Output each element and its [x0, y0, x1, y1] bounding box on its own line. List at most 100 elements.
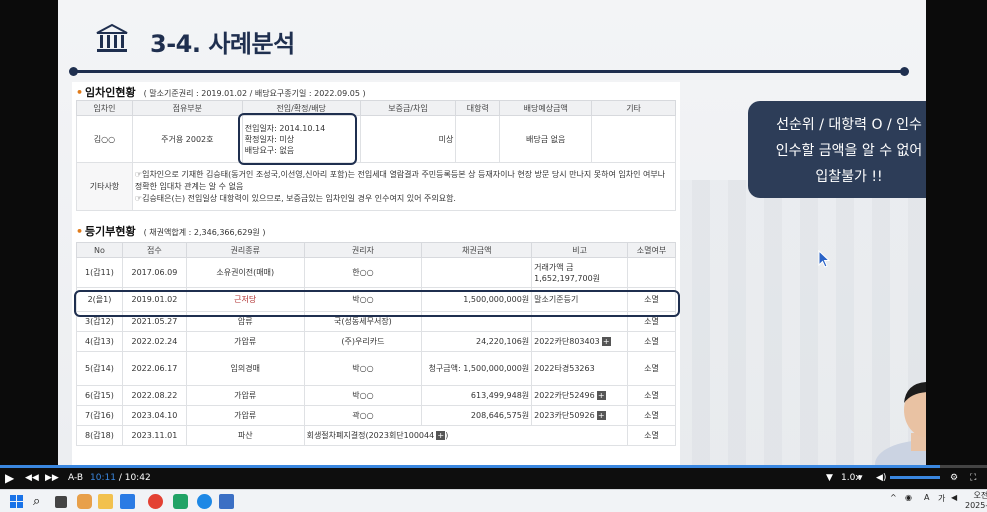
video-stage[interactable]: 3-4. 사례분석 • 임차인현황( 말소기준권리 : 2019.01.02 / …: [0, 0, 987, 465]
rewind-icon[interactable]: ◀◀: [25, 470, 39, 486]
windows-start-icon[interactable]: [9, 494, 24, 509]
cell-date: 2017.06.09: [121, 257, 187, 288]
tenant-expected: 배당금 없음: [499, 115, 593, 163]
cell-no: 5(갑14): [76, 351, 123, 386]
fullscreen-icon[interactable]: ⛶: [970, 470, 976, 486]
expand-icon[interactable]: +: [436, 431, 446, 440]
col-header: 권리종류: [185, 242, 305, 258]
task-view-icon[interactable]: [55, 496, 67, 508]
app-icon[interactable]: [219, 494, 234, 509]
forward-icon[interactable]: ▶▶: [45, 470, 59, 486]
cell-holder: 회생절차폐지결정(2023회단100044 +): [303, 425, 629, 446]
cell-holder: (주)우리카드: [303, 331, 423, 352]
cell-note: 2022카단803403 +: [531, 331, 629, 352]
tenant-deposit: 미상: [359, 115, 457, 163]
case-document: • 임차인현황( 말소기준권리 : 2019.01.02 / 배당요구종기일 : …: [72, 82, 680, 465]
chevron-up-icon[interactable]: ^: [890, 493, 897, 502]
folder-icon[interactable]: [98, 494, 113, 509]
col-header: 보증금/차임: [359, 100, 457, 116]
col-header: 배당예상금액: [499, 100, 593, 116]
volume-icon[interactable]: ◀): [876, 470, 886, 486]
progress-fill: [0, 465, 940, 468]
note-line: ☞김승태은(는) 전입일상 대항력이 있으므로, 보증금있는 임차인일 경우 인…: [134, 193, 456, 203]
table-row: 8(갑18) 2023.11.01 파산 회생절차폐지결정(2023회단1000…: [76, 425, 676, 446]
edge-icon[interactable]: [197, 494, 212, 509]
cell-holder: 곽○○: [303, 405, 423, 426]
speaker-icon[interactable]: ◀: [951, 493, 957, 502]
cell-extinct: [627, 257, 676, 288]
progress-bar[interactable]: [0, 465, 987, 468]
cell-note: 2023카단50926 +: [531, 405, 629, 426]
baseline-registration-highlight: [74, 290, 680, 317]
gear-icon[interactable]: ⚙: [950, 470, 958, 486]
notes-label: 기타사항: [76, 162, 133, 211]
tenant-opposing: [455, 115, 501, 163]
cell-type: 임의경매: [185, 351, 305, 386]
tenant-etc: [591, 115, 676, 163]
col-header: 비고: [531, 242, 629, 258]
callout-line: 입찰불가 !!: [815, 169, 883, 185]
col-header: 대항력: [455, 100, 501, 116]
callout-line: 인수할 금액을 알 수 없어: [775, 143, 923, 159]
cell-extinct: 소멸: [627, 331, 676, 352]
ime-indicator[interactable]: 가: [938, 493, 945, 504]
cell-date: 2022.08.22: [121, 385, 187, 406]
tenant-row: 김○○ 주거용 2002호 전입일자: 2014.10.14 확정일자: 미상 …: [76, 115, 676, 163]
col-header: 소멸여부: [627, 242, 676, 258]
expand-icon[interactable]: +: [596, 391, 606, 400]
col-header: 임차인: [76, 100, 133, 116]
total-time: 10:42: [124, 473, 151, 483]
presenter-webcam: [875, 382, 926, 465]
cell-type: 파산: [185, 425, 305, 446]
app-icon[interactable]: [120, 494, 135, 509]
cell-date: 2023.11.01: [121, 425, 187, 446]
chevron-down-icon[interactable]: ▼: [826, 470, 833, 486]
app-icon[interactable]: [173, 494, 188, 509]
registry-header-row: No 접수 권리종류 권리자 채권금액 비고 소멸여부: [76, 242, 676, 258]
video-player-controls: ▶ ◀◀ ▶▶ A-B 10:11 / 10:42 ▼ 1.0x ▾ ◀) ⚙ …: [0, 465, 987, 489]
tenant-notes-row: 기타사항 ☞임차인으로 기재한 김승태(동거인 조성국,이선영,신아리 포함)는…: [76, 162, 677, 211]
network-icon[interactable]: ◉: [905, 493, 912, 502]
play-icon[interactable]: ▶: [5, 470, 14, 486]
tenant-dates-highlight: [238, 113, 357, 165]
notes-text: ☞임차인으로 기재한 김승태(동거인 조성국,이선영,신아리 포함)는 전입세대…: [131, 162, 677, 211]
cell-note: 거래가액 금1,652,197,700원: [531, 257, 629, 288]
col-header: 권리자: [303, 242, 423, 258]
clock[interactable]: 오전 2025-: [965, 491, 987, 511]
bank-icon: [96, 23, 128, 52]
clock-time: 오전: [973, 491, 987, 500]
col-header: 점유부분: [131, 100, 243, 116]
expand-icon[interactable]: +: [596, 411, 606, 420]
cell-extinct: 소멸: [627, 385, 676, 406]
registry-section-heading: • 등기부현황( 채권액합계 : 2,346,366,629원 ): [76, 225, 266, 238]
expand-icon[interactable]: +: [601, 337, 611, 346]
table-row: 5(갑14) 2022.06.17 임의경매 박○○ 청구금액: 1,500,0…: [76, 351, 676, 386]
col-header: 기타: [591, 100, 676, 116]
cell-no: 4(갑13): [76, 331, 123, 352]
speed-chevron-icon[interactable]: ▾: [858, 470, 863, 486]
tenant-section-heading: • 임차인현황( 말소기준권리 : 2019.01.02 / 배당요구종기일 : …: [76, 86, 366, 99]
col-header: 채권금액: [421, 242, 533, 258]
search-icon[interactable]: ⌕: [33, 494, 48, 509]
cell-type: 가압류: [185, 385, 305, 406]
table-row: 6(갑15) 2022.08.22 가압류 박○○ 613,499,948원 2…: [76, 385, 676, 406]
cell-extinct: 소멸: [627, 425, 676, 446]
cell-holder: 한○○: [303, 257, 423, 288]
note-line: ☞임차인으로 기재한 김승태(동거인 조성국,이선영,신아리 포함)는 전입세대…: [134, 169, 666, 191]
callout-box: 선순위 / 대항력 O / 인수 인수할 금액을 알 수 없어 입찰불가 !!: [748, 101, 926, 198]
cell-holder: 박○○: [303, 351, 423, 386]
volume-slider[interactable]: [890, 476, 940, 479]
cell-no: 6(갑15): [76, 385, 123, 406]
chrome-icon[interactable]: [148, 494, 163, 509]
cell-no: 8(갑18): [76, 425, 123, 446]
tenant-part: 주거용 2002호: [131, 115, 243, 163]
cell-note: 2022타경53263: [531, 351, 629, 386]
app-icon[interactable]: [77, 494, 92, 509]
cell-holder: 박○○: [303, 385, 423, 406]
ab-repeat-button[interactable]: A-B: [68, 470, 83, 486]
table-row: 7(갑16) 2023.04.10 가압류 곽○○ 208,646,575원 2…: [76, 405, 676, 426]
mouse-cursor-icon: [818, 250, 830, 268]
registry-table: No 접수 권리종류 권리자 채권금액 비고 소멸여부 1(갑11) 2017.…: [76, 242, 676, 446]
lang-indicator[interactable]: A: [924, 493, 929, 502]
cell-date: 2022.06.17: [121, 351, 187, 386]
